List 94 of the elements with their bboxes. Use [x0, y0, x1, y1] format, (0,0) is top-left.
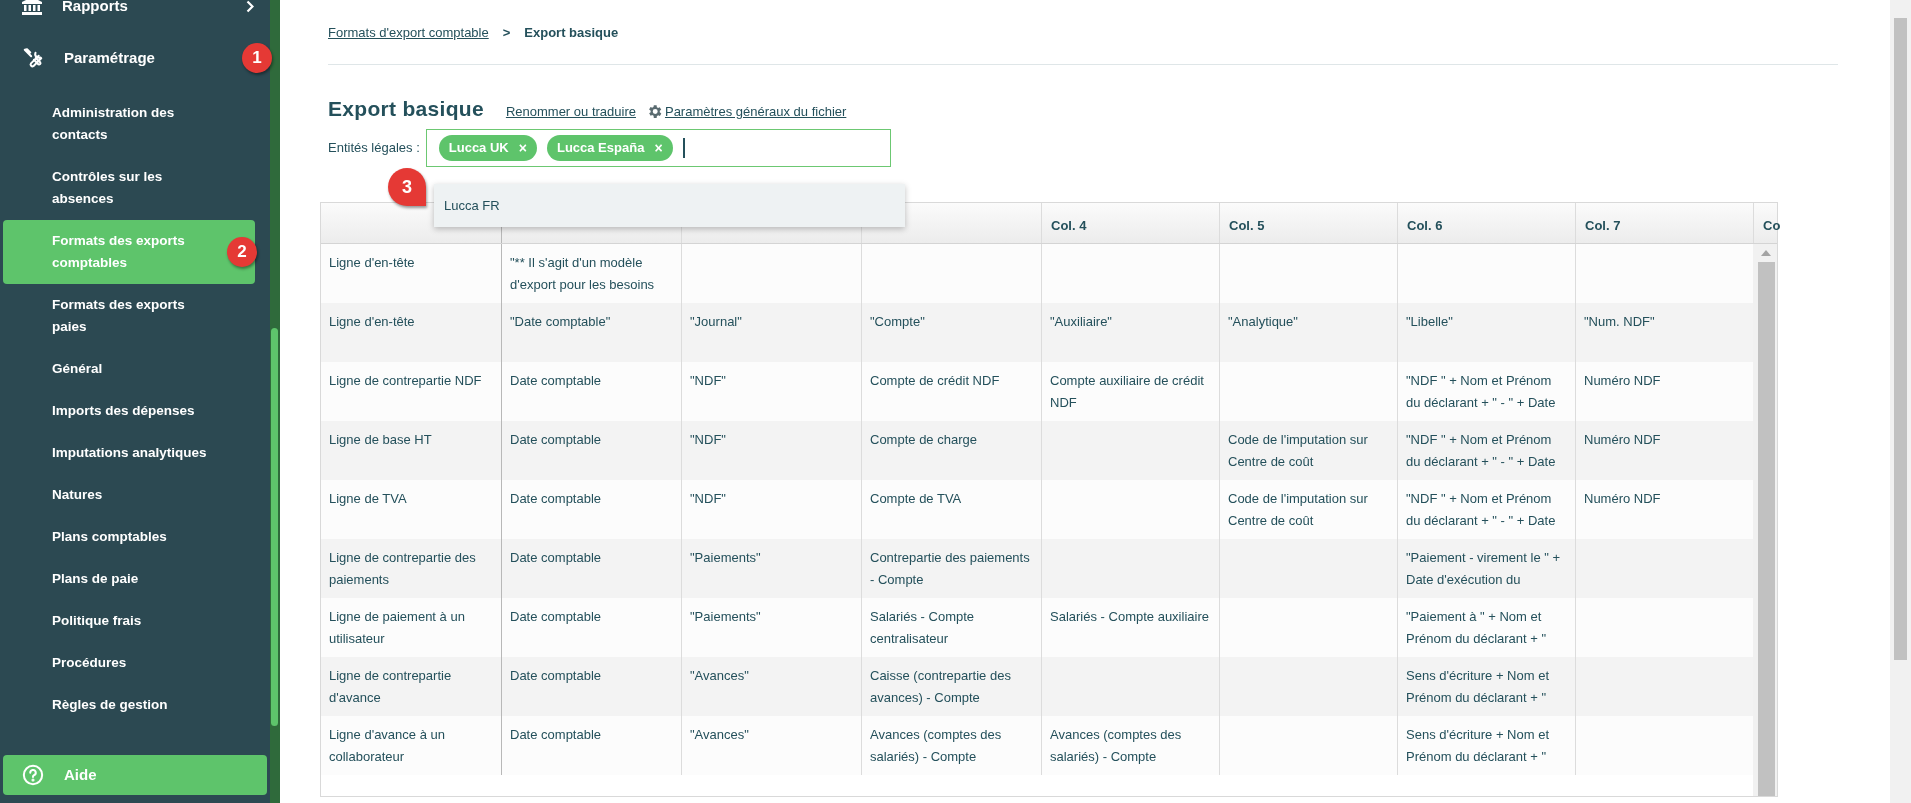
- row-label: Ligne de contrepartie d'avance: [328, 666, 453, 707]
- row-label: Ligne d'en-tête: [328, 253, 416, 272]
- column-header: Col. 4: [1041, 202, 1219, 243]
- sidebar-item[interactable]: Imputations analytiques: [3, 432, 255, 474]
- step-badge: 2: [227, 237, 257, 267]
- sidebar-item[interactable]: Procédures: [3, 642, 255, 684]
- table-scrollbar[interactable]: [1753, 243, 1777, 796]
- table-cell: Avances (comptes des salariés) - Compte: [861, 715, 1041, 775]
- table-cell: "NDF " + Nom et Prénom du déclarant + " - " + Date: [1397, 420, 1575, 480]
- dropdown-option[interactable]: Lucca FR: [434, 184, 905, 227]
- table-cell: "NDF " + Nom et Prénom du déclarant + " - " + Date: [1397, 479, 1575, 539]
- sidebar-item[interactable]: Général: [3, 348, 255, 390]
- table-cell: Sens d'écriture + Nom et Prénom du déclarant + ": [1397, 715, 1575, 775]
- sidebar-scrollbar[interactable]: [270, 0, 280, 803]
- entity-tag: Lucca UK ×: [438, 134, 537, 161]
- row-label: Ligne d'en-tête: [328, 312, 416, 331]
- scroll-up-icon[interactable]: [1761, 249, 1771, 256]
- sidebar-item[interactable]: Administration des contacts: [3, 92, 255, 156]
- table-cell: Date comptable: [501, 597, 681, 657]
- table-cell: "NDF": [681, 361, 861, 421]
- table-cell: "Paiements": [681, 538, 861, 598]
- table-cell: Compte de TVA: [861, 479, 1041, 539]
- row-label: Ligne de contrepartie NDF: [328, 371, 483, 390]
- table-cell: Sens d'écriture + Nom et Prénom du déclarant + ": [1397, 656, 1575, 716]
- chevron-right-icon: [246, 0, 254, 13]
- table-cell: Compte de charge: [861, 420, 1041, 480]
- table-cell: Date comptable: [501, 420, 681, 480]
- breadcrumb-separator: >: [502, 24, 511, 43]
- help-icon: [22, 764, 44, 786]
- table-cell: Date comptable: [501, 715, 681, 775]
- sidebar-item[interactable]: Plans comptables: [3, 516, 255, 558]
- table-cell: "NDF": [681, 479, 861, 539]
- page-title: Export basique: [328, 96, 484, 122]
- table-cell: Code de l'imputation sur Centre de coût: [1219, 420, 1397, 480]
- table-cell: "** Il s'agit d'un modèle d'export pour les besoins: [501, 243, 681, 303]
- sidebar-item[interactable]: Natures: [3, 474, 255, 516]
- table-cell: "Date comptable": [501, 302, 681, 362]
- table-cell: "Avances": [681, 656, 861, 716]
- sidebar-section[interactable]: Paramétrage 1: [0, 32, 270, 84]
- breadcrumb-link[interactable]: Formats d'export comptable: [328, 23, 489, 43]
- column-header: Col. 6: [1397, 202, 1575, 243]
- sidebar-item[interactable]: Contrôles sur les absences: [3, 156, 255, 220]
- table-cell: "Journal": [681, 302, 861, 362]
- row-label: Ligne de base HT: [328, 430, 433, 449]
- table-cell: "Avances": [681, 715, 861, 775]
- column-header: Col. 7: [1575, 202, 1753, 243]
- table-cell: "Compte": [861, 302, 1041, 362]
- link[interactable]: Paramètres généraux du fichier: [645, 102, 847, 122]
- table-cell: "NDF": [681, 420, 861, 480]
- sidebar-section[interactable]: Rapports: [0, 0, 270, 32]
- table-cell: "Paiements": [681, 597, 861, 657]
- row-label: Ligne de TVA: [328, 489, 408, 508]
- table-cell: Date comptable: [501, 656, 681, 716]
- sidebar-item[interactable]: Règles de gestion: [3, 684, 255, 726]
- text-cursor: [682, 137, 685, 158]
- table-cell: Date comptable: [501, 361, 681, 421]
- table-cell: Avances (comptes des salariés) - Compte: [1041, 715, 1219, 775]
- table-cell: Contrepartie des paiements - Compte: [861, 538, 1041, 598]
- step-badge: 1: [242, 43, 272, 73]
- sidebar-item[interactable]: Politique frais: [3, 600, 255, 642]
- step-badge: 3: [388, 168, 426, 206]
- table-cell: "Analytique": [1219, 302, 1397, 362]
- table-cell: "Paiement - virement le " + Date d'exécution du: [1397, 538, 1575, 598]
- entity-tag: Lucca España ×: [546, 134, 673, 161]
- breadcrumb-current: Export basique: [524, 24, 619, 43]
- sidebar-item[interactable]: Formats des exports comptables 2: [3, 220, 255, 284]
- bank-icon: [22, 0, 42, 15]
- field-label: Entités légales :: [328, 138, 420, 157]
- page-scrollbar[interactable]: [1890, 0, 1911, 803]
- table-cell: Salariés - Compte centralisateur: [861, 597, 1041, 657]
- table-cell: Caisse (contrepartie des avances) - Compte: [861, 656, 1041, 716]
- table-cell: Date comptable: [501, 538, 681, 598]
- sidebar-item[interactable]: Imports des dépenses: [3, 390, 255, 432]
- sidebar-item[interactable]: Formats des exports paies: [3, 284, 255, 348]
- table-cell: "NDF " + Nom et Prénom du déclarant + " - " + Date: [1397, 361, 1575, 421]
- table-cell: Salariés - Compte auxiliaire: [1041, 597, 1219, 657]
- row-label: Ligne de paiement à un utilisateur: [328, 607, 466, 648]
- table-cell: "Paiement à " + Nom et Prénom du déclarant + ": [1397, 597, 1575, 657]
- tools-icon: [22, 47, 44, 69]
- scrollbar-thumb[interactable]: [271, 328, 278, 726]
- scrollbar-thumb[interactable]: [1757, 261, 1775, 796]
- table-cell: "Libelle": [1397, 302, 1575, 362]
- row-label: Ligne d'avance à un collaborateur: [328, 725, 446, 766]
- table-cell: Compte de crédit NDF: [861, 361, 1041, 421]
- sidebar-item[interactable]: Plans de paie: [3, 558, 255, 600]
- column-header: Col. 5: [1219, 202, 1397, 243]
- link[interactable]: Renommer ou traduire: [505, 102, 636, 122]
- table-cell: "Auxiliaire": [1041, 302, 1219, 362]
- table-cell: Code de l'imputation sur Centre de coût: [1219, 479, 1397, 539]
- scrollbar-thumb[interactable]: [1894, 18, 1907, 660]
- table-cell: Date comptable: [501, 479, 681, 539]
- column-header: Co: [1753, 202, 1779, 243]
- row-label: Ligne de contrepartie des paiements: [328, 548, 477, 589]
- table-cell: Compte auxiliaire de crédit NDF: [1041, 361, 1219, 421]
